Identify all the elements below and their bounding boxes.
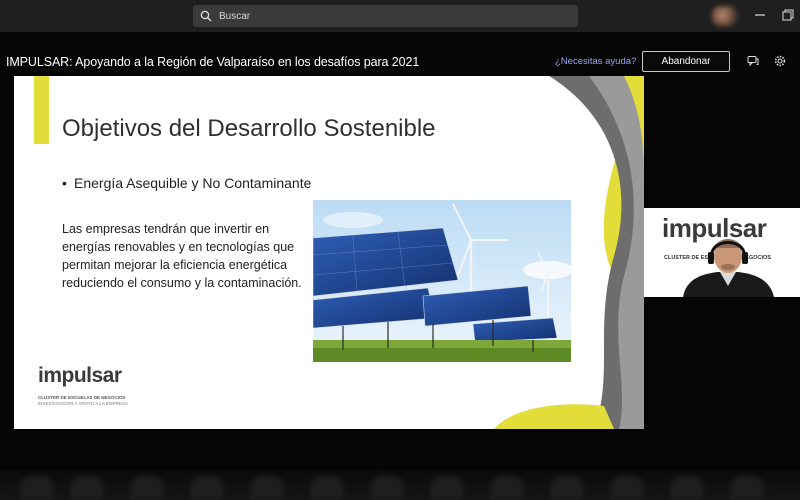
speaker-video-tile[interactable]: impulsar CLUSTER DE ESCUELAS DE NEGOCIOS [644,208,800,297]
search-icon [200,10,212,22]
chat-icon[interactable] [747,55,759,67]
gear-icon[interactable] [774,55,786,67]
minimize-icon[interactable] [754,9,766,21]
slide-accent-bar [34,76,49,144]
logo-wordmark: impulsar [38,364,122,387]
leave-button[interactable]: Abandonar [642,51,730,72]
logo-tagline-1: CLUSTER DE ESCUELAS DE NEGOCIOS [38,395,126,400]
search-box[interactable]: Buscar [193,5,578,27]
bullet-item: • Energía Asequible y No Contaminante [62,174,312,192]
help-link[interactable]: ¿Necesitas ayuda? [555,56,636,67]
bullet-text: Energía Asequible y No Contaminante [74,175,312,191]
audience-strip [0,470,800,500]
solar-wind-photo [313,200,571,362]
meeting-title: IMPULSAR: Apoyando a la Región de Valpar… [6,55,420,69]
meeting-window: Buscar IMPULSAR: Apoyando a la Región de… [0,0,800,500]
search-input[interactable]: Buscar [219,11,250,22]
bullet-marker: • [62,175,67,191]
top-bar: Buscar [0,0,800,32]
speaker-figure [683,239,774,297]
slide-body-text: Las empresas tendrán que invertir en ene… [62,222,302,290]
logo-tagline-2: INVESTIGACIÓN Y APOYO A LA EMPRESA [38,401,128,406]
slide-title: Objetivos del Desarrollo Sostenible [62,115,436,142]
maximize-icon[interactable] [782,9,794,21]
shared-slide: Objetivos del Desarrollo Sostenible • En… [14,76,644,429]
slide-footer-mark [620,424,638,427]
user-avatar[interactable] [712,6,738,26]
impulsar-logo: impulsar CLUSTER DE ESCUELAS DE NEGOCIOS… [38,364,148,414]
